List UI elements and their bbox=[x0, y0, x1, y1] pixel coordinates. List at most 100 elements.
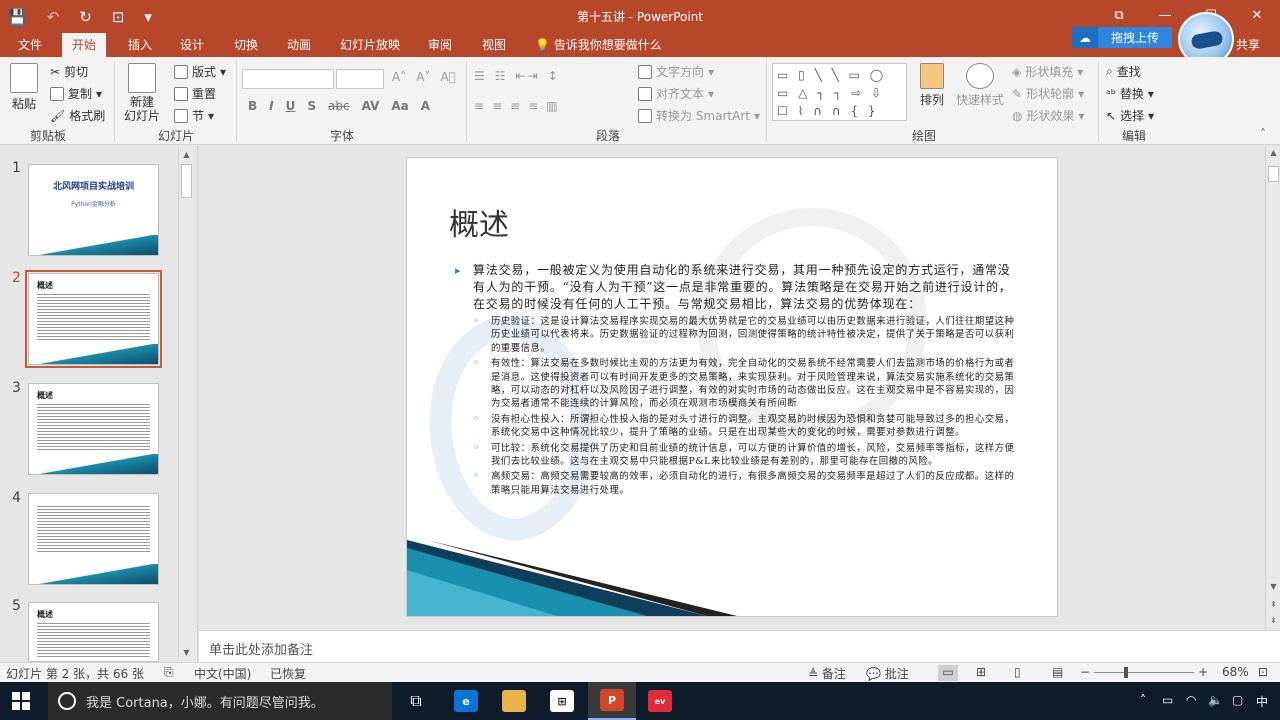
shape-outline-button[interactable]: ✎ 形状轮廓 ▾ bbox=[1012, 85, 1084, 102]
text-direction-button[interactable]: 文字方向 ▾ bbox=[638, 63, 714, 80]
slide-scrollbar[interactable]: ▲ ▼ ⇞ ⇟ bbox=[1265, 146, 1280, 630]
powerpoint-taskbar-icon[interactable]: P bbox=[588, 682, 636, 720]
justify-icon[interactable]: ≡ bbox=[528, 99, 538, 113]
spellcheck-icon[interactable]: ⎘ bbox=[164, 665, 174, 680]
slide-thumbnail-5[interactable]: 概述 bbox=[28, 602, 159, 662]
clear-format-button[interactable]: A⃠ bbox=[440, 70, 455, 84]
tell-me-box[interactable]: 💡 告诉我你想要做什么 bbox=[535, 33, 662, 57]
section-button[interactable]: 节 ▾ bbox=[174, 107, 214, 124]
slide-thumbnail-2[interactable]: 概述 bbox=[25, 270, 162, 368]
tab-home[interactable]: 开始 bbox=[62, 33, 107, 57]
file-explorer-icon[interactable] bbox=[490, 682, 538, 720]
cortana-search-box[interactable]: 我是 Cortana，小娜。有问题尽管问我。 bbox=[48, 682, 392, 720]
reset-button[interactable]: 重置 bbox=[174, 85, 216, 102]
paste-button[interactable]: 粘贴 bbox=[10, 63, 38, 112]
new-slide-button[interactable]: 新建 幻灯片 bbox=[124, 63, 160, 123]
grow-font-button[interactable]: A˄ bbox=[392, 70, 406, 84]
tab-view[interactable]: 视图 bbox=[472, 33, 516, 57]
shadow-button[interactable]: S bbox=[307, 99, 316, 113]
line-spacing-icon[interactable]: ↕ bbox=[548, 69, 560, 83]
slide-thumbnail-1[interactable]: 北风网项目实战培训 Python金融分析 bbox=[28, 164, 159, 256]
volume-icon[interactable]: 🔈 bbox=[1208, 693, 1223, 707]
scroll-down-icon[interactable]: ▼ bbox=[179, 646, 194, 660]
bold-button[interactable]: B bbox=[248, 99, 257, 113]
wifi-icon[interactable]: ◠ bbox=[1186, 693, 1196, 707]
recorder-app-icon[interactable]: ev bbox=[636, 682, 684, 720]
current-slide[interactable]: 概述 算法交易，一般被定义为使用自动化的系统来进行交易，其用一种预先设定的方式运… bbox=[406, 157, 1058, 617]
slideshow-view-icon[interactable]: ▤ bbox=[1052, 665, 1063, 679]
share-button[interactable]: 共享 bbox=[1236, 36, 1260, 53]
scroll-up-icon[interactable]: ▲ bbox=[179, 148, 194, 162]
strikethrough-button[interactable]: abc bbox=[328, 99, 350, 113]
slide-thumbnail-4[interactable] bbox=[28, 493, 159, 585]
zoom-slider-thumb[interactable] bbox=[1124, 667, 1128, 678]
font-name-select[interactable] bbox=[242, 69, 334, 89]
tab-transitions[interactable]: 切换 bbox=[224, 33, 268, 57]
format-painter-button[interactable]: 🖌 格式刷 bbox=[50, 107, 105, 124]
quick-styles-button[interactable]: 快速样式 bbox=[956, 63, 1004, 108]
columns-icon[interactable]: ▥ bbox=[546, 99, 557, 113]
collapse-ribbon-icon[interactable]: ˄ bbox=[1260, 127, 1266, 141]
ribbon-display-options-icon[interactable]: ⧉ bbox=[1096, 0, 1142, 30]
notes-pane[interactable]: 单击此处添加备注 bbox=[199, 630, 1280, 662]
align-center-icon[interactable]: ≡ bbox=[492, 99, 502, 113]
thumbnails-scrollbar[interactable]: ▲ ▼ bbox=[178, 148, 193, 660]
layout-button[interactable]: 版式 ▾ bbox=[174, 63, 226, 80]
shapes-gallery[interactable]: ▭ ▯ ╲ ╲ ▭ ◯ ▭ △ ┐ ┐ ⇨ ⇩ ☐ ⌇ ∩ ∩ { } bbox=[772, 63, 907, 121]
ime-indicator[interactable]: 中 bbox=[1256, 693, 1268, 710]
align-right-icon[interactable]: ≡ bbox=[510, 99, 520, 113]
numbering-icon[interactable]: ☷ bbox=[495, 69, 508, 83]
normal-view-icon[interactable]: ▭ bbox=[938, 665, 958, 681]
replace-button[interactable]: ᵃᵇ 替换 ▾ bbox=[1106, 85, 1154, 102]
notification-icon[interactable]: ▢ bbox=[1232, 693, 1243, 707]
bullets-icon[interactable]: ☰ bbox=[474, 69, 487, 83]
underline-button[interactable]: U bbox=[286, 99, 296, 113]
task-view-icon[interactable]: ⧉ bbox=[392, 682, 440, 720]
scroll-thumb[interactable] bbox=[181, 164, 192, 198]
tab-design[interactable]: 设计 bbox=[170, 33, 214, 57]
next-slide-icon[interactable]: ⇟ bbox=[1266, 614, 1280, 628]
edge-icon[interactable]: e bbox=[442, 682, 490, 720]
tab-review[interactable]: 审阅 bbox=[418, 33, 462, 57]
slide-title[interactable]: 概述 bbox=[449, 200, 509, 244]
language-indicator[interactable]: 中文(中国) bbox=[194, 665, 251, 682]
copy-button[interactable]: 复制 ▾ bbox=[50, 85, 102, 102]
zoom-in-icon[interactable]: + bbox=[1198, 665, 1208, 679]
shrink-font-button[interactable]: A˅ bbox=[416, 70, 430, 84]
comments-toggle-button[interactable]: 💬 批注 bbox=[866, 665, 909, 682]
smartart-button[interactable]: 转换为 SmartArt ▾ bbox=[638, 107, 760, 124]
slide-thumbnail-3[interactable]: 概述 bbox=[28, 383, 159, 475]
tab-insert[interactable]: 插入 bbox=[118, 33, 162, 57]
scroll-thumb[interactable] bbox=[1268, 166, 1279, 182]
zoom-out-icon[interactable]: − bbox=[1080, 665, 1090, 679]
shape-fill-button[interactable]: ◈ 形状填充 ▾ bbox=[1012, 63, 1083, 80]
shape-effects-button[interactable]: ◍ 形状效果 ▾ bbox=[1012, 107, 1085, 124]
select-button[interactable]: ↖ 选择 ▾ bbox=[1106, 107, 1154, 124]
cut-button[interactable]: ✂ 剪切 bbox=[50, 63, 88, 80]
italic-button[interactable]: I bbox=[269, 99, 273, 113]
reading-view-icon[interactable]: ▯ bbox=[1014, 665, 1021, 679]
show-hidden-icons[interactable]: ˄ bbox=[1140, 693, 1146, 707]
close-icon[interactable]: ✕ bbox=[1234, 0, 1280, 30]
zoom-slider[interactable] bbox=[1094, 672, 1194, 673]
font-color-button[interactable]: A bbox=[421, 99, 430, 113]
align-left-icon[interactable]: ≡ bbox=[474, 99, 484, 113]
change-case-button[interactable]: Aa bbox=[391, 99, 408, 113]
notes-toggle-button[interactable]: ≜ 备注 bbox=[808, 665, 846, 682]
char-spacing-button[interactable]: AV bbox=[362, 99, 380, 113]
font-size-select[interactable] bbox=[336, 69, 384, 89]
arrange-button[interactable]: 排列 bbox=[920, 63, 944, 108]
align-text-button[interactable]: 对齐文本 ▾ bbox=[638, 85, 714, 102]
upload-button[interactable]: ☁ 拖拽上传 bbox=[1072, 27, 1172, 48]
fit-to-window-icon[interactable]: ⊡ bbox=[1258, 665, 1268, 679]
zoom-level[interactable]: 68% bbox=[1222, 665, 1249, 679]
indent-icon[interactable]: ⇤⇥ bbox=[516, 69, 540, 83]
tab-animations[interactable]: 动画 bbox=[277, 33, 321, 57]
windows-start-icon[interactable] bbox=[12, 692, 30, 710]
store-icon[interactable]: ⊞ bbox=[538, 682, 586, 720]
tab-slideshow[interactable]: 幻灯片放映 bbox=[330, 33, 410, 57]
previous-slide-icon[interactable]: ⇞ bbox=[1266, 598, 1280, 612]
scroll-up-icon[interactable]: ▲ bbox=[1266, 146, 1280, 160]
scroll-down-icon[interactable]: ▼ bbox=[1266, 580, 1280, 594]
slide-body[interactable]: 算法交易，一般被定义为使用自动化的系统来进行交易，其用一种预先设定的方式运行，通… bbox=[455, 262, 1015, 497]
